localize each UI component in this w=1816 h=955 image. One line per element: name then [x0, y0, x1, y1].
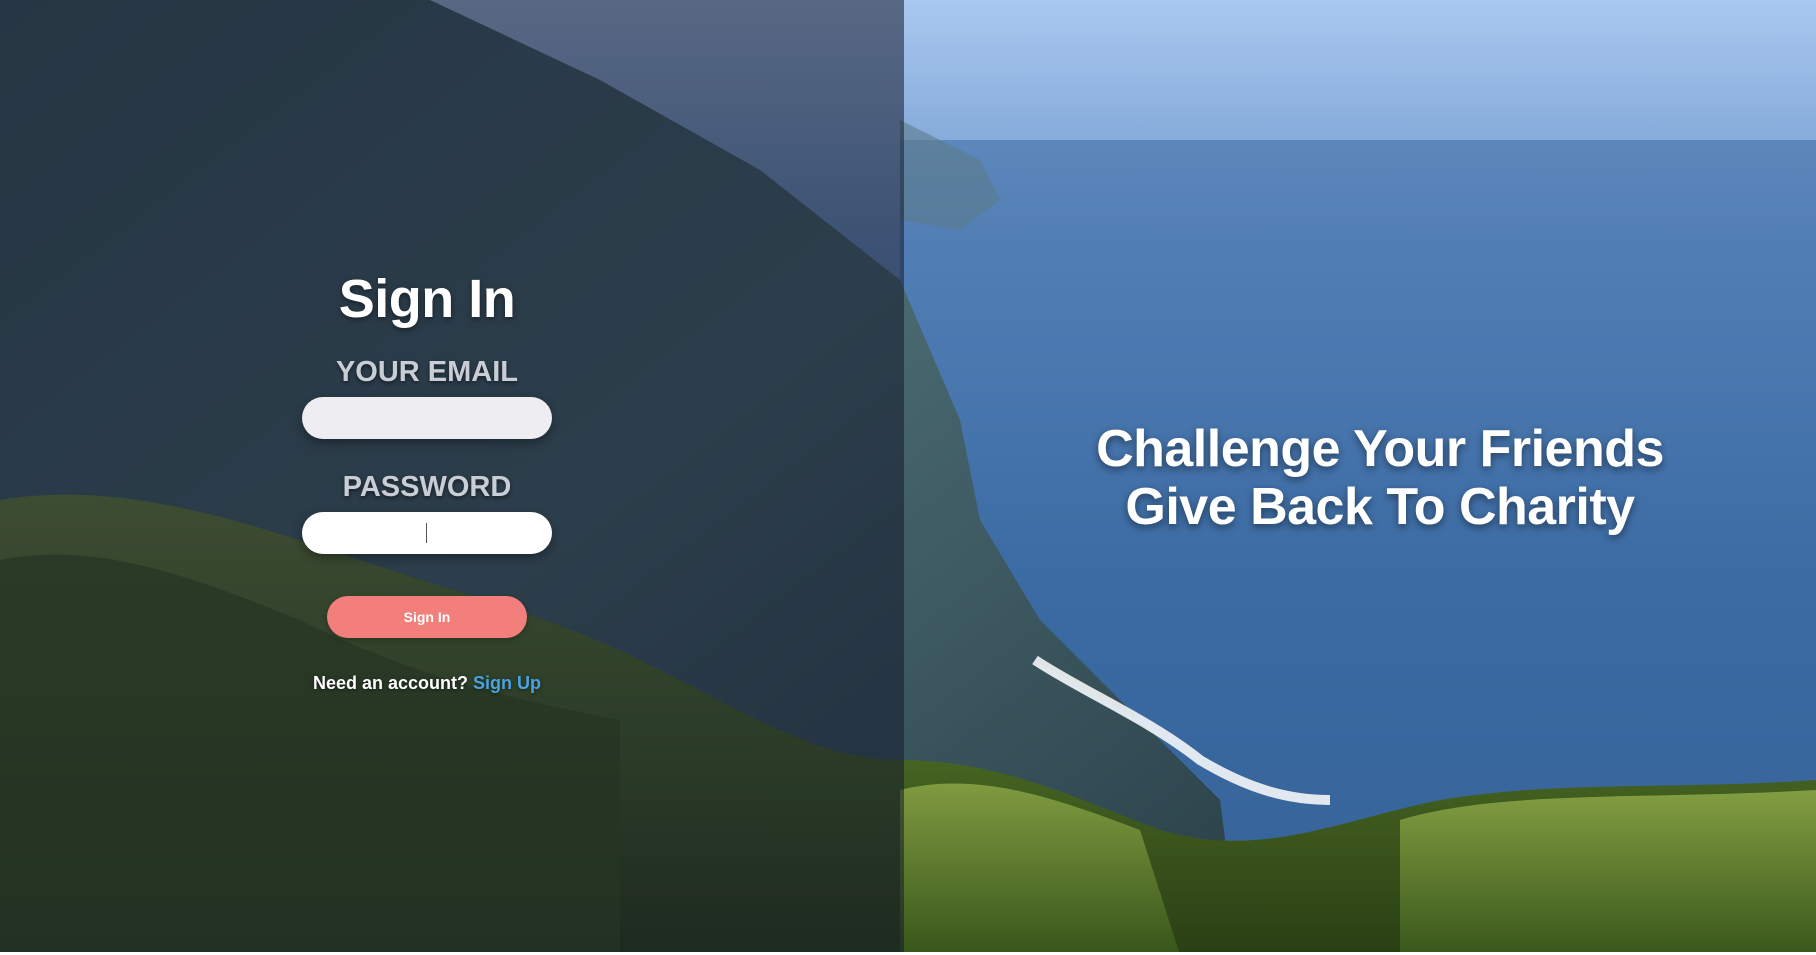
hero-tagline: Challenge Your Friends Give Back To Char…: [1020, 420, 1740, 536]
signup-prompt: Need an account? Sign Up: [0, 671, 854, 695]
email-label: YOUR EMAIL: [335, 356, 519, 388]
email-field[interactable]: [302, 397, 552, 439]
page-title: Sign In: [338, 269, 516, 329]
password-field[interactable]: [302, 512, 552, 554]
account-prompt-text: Need an account?: [312, 673, 468, 693]
text-caret: [426, 523, 427, 543]
signin-page: Sign In YOUR EMAIL PASSWORD Sign In Need…: [0, 0, 1816, 955]
signin-button[interactable]: Sign In: [327, 596, 527, 638]
hero-line-2: Give Back To Charity: [1125, 478, 1635, 536]
signin-form: Sign In YOUR EMAIL PASSWORD Sign In Need…: [0, 0, 904, 955]
password-label: PASSWORD: [342, 471, 512, 503]
hero-line-1: Challenge Your Friends: [1096, 420, 1664, 478]
signup-link[interactable]: Sign Up: [473, 673, 541, 693]
